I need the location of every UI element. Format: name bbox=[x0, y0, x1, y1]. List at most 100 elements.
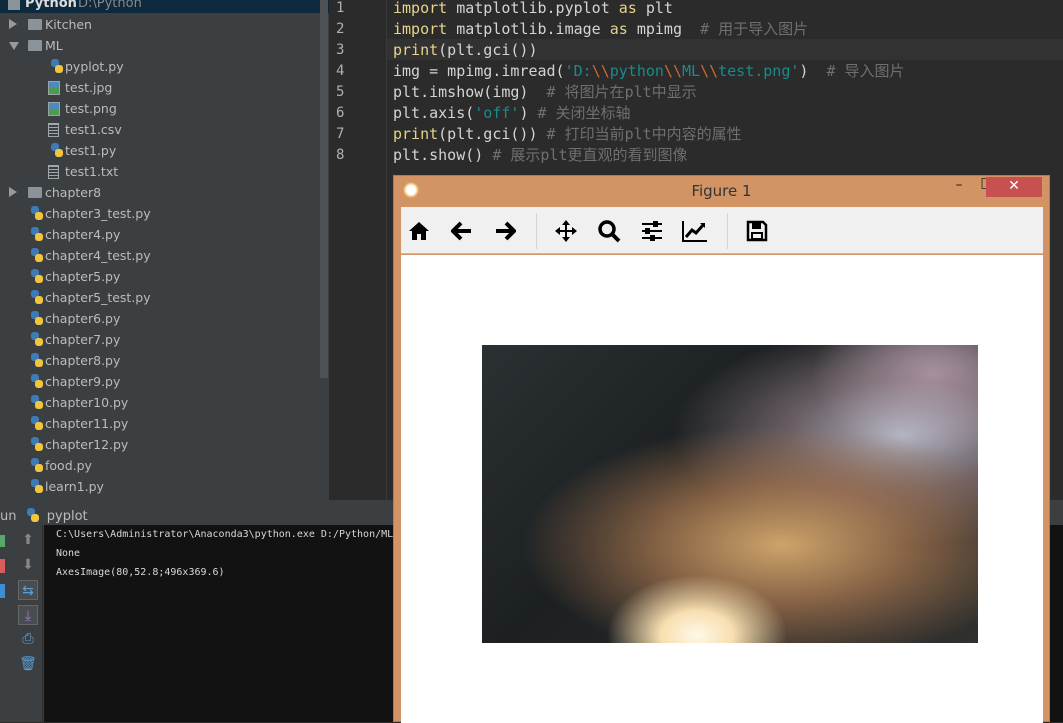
code-line[interactable]: img = mpimg.imread('D:\\python\\ML\\test… bbox=[393, 61, 905, 82]
figure-canvas[interactable] bbox=[401, 255, 1043, 723]
python-file-icon bbox=[28, 353, 44, 368]
code-line[interactable]: import matplotlib.pyplot as plt bbox=[393, 0, 673, 19]
line-number: 3 bbox=[336, 42, 345, 58]
subplots-config-icon[interactable] bbox=[638, 217, 666, 245]
tree-item[interactable]: chapter11.py bbox=[0, 413, 320, 434]
folder-icon bbox=[8, 0, 20, 10]
python-file-icon bbox=[28, 458, 44, 473]
tree-item[interactable]: chapter4_test.py bbox=[0, 245, 320, 266]
minimize-button[interactable]: – bbox=[949, 176, 969, 196]
tree-item-label: chapter6.py bbox=[45, 311, 121, 326]
code-token: print bbox=[393, 41, 439, 59]
run-toolbar: ⬆ ⬇ ⇆ ⤓ ⎙ 🗑 bbox=[0, 525, 43, 722]
toolbar-separator bbox=[536, 213, 537, 249]
soft-wrap-icon[interactable]: ⇆ bbox=[18, 580, 38, 600]
tree-item[interactable]: chapter5_test.py bbox=[0, 287, 320, 308]
back-arrow-icon[interactable] bbox=[448, 217, 476, 245]
tree-item-label: chapter8 bbox=[45, 185, 102, 200]
run-tab[interactable]: un pyplot bbox=[0, 505, 88, 525]
code-line[interactable]: import matplotlib.image as mpimg # 用于导入图… bbox=[393, 19, 808, 40]
tree-item[interactable]: test1.py bbox=[0, 140, 320, 161]
tree-item-label: chapter8.py bbox=[45, 353, 121, 368]
code-token: plt bbox=[636, 0, 673, 17]
tree-item[interactable]: Kitchen bbox=[0, 14, 320, 35]
line-number: 1 bbox=[336, 0, 345, 16]
stop-icon[interactable] bbox=[0, 559, 5, 573]
code-line[interactable]: print(plt.gci()) # 打印当前plt中内容的属性 bbox=[393, 124, 742, 145]
tree-item[interactable]: test.png bbox=[0, 98, 320, 119]
pan-icon[interactable] bbox=[552, 217, 580, 245]
project-tree: Python D:\Python Kitchen ML pyplot.py test.… bbox=[0, 0, 329, 500]
trash-icon[interactable]: 🗑 bbox=[18, 654, 38, 674]
code-token: ML bbox=[682, 62, 701, 80]
code-line[interactable]: print(plt.gci()) bbox=[393, 40, 538, 61]
code-token: # 打印当前plt中内容的属性 bbox=[546, 125, 742, 143]
tree-item-label: test.jpg bbox=[65, 80, 113, 95]
tree-item[interactable]: chapter5.py bbox=[0, 266, 320, 287]
tree-item[interactable]: pyplot.py bbox=[0, 56, 320, 77]
chevron-down-icon[interactable] bbox=[9, 42, 19, 50]
tree-item[interactable]: chapter9.py bbox=[0, 371, 320, 392]
scroll-to-end-icon[interactable]: ⤓ bbox=[18, 605, 38, 625]
tree-item[interactable]: learn1.py bbox=[0, 476, 320, 497]
console-line: C:\Users\Administrator\Anaconda3\python.… bbox=[56, 529, 400, 540]
tree-item[interactable]: food.py bbox=[0, 455, 320, 476]
code-token: plt.axis( bbox=[393, 104, 475, 122]
code-token: # 用于导入图片 bbox=[700, 20, 809, 38]
tree-item-label: Kitchen bbox=[45, 17, 92, 32]
line-number: 2 bbox=[336, 21, 345, 37]
rerun-icon[interactable] bbox=[0, 535, 5, 547]
tree-item-label: test1.csv bbox=[65, 122, 122, 137]
print-icon[interactable]: ⎙ bbox=[18, 629, 38, 649]
edit-axis-icon[interactable] bbox=[681, 217, 709, 245]
tree-item-label: chapter5.py bbox=[45, 269, 121, 284]
python-icon bbox=[24, 508, 40, 523]
python-file-icon bbox=[28, 311, 44, 326]
tree-item-label: chapter4.py bbox=[45, 227, 121, 242]
chevron-right-icon[interactable] bbox=[9, 19, 17, 29]
code-token: print bbox=[393, 125, 439, 143]
tree-item[interactable]: chapter10.py bbox=[0, 392, 320, 413]
code-line[interactable]: plt.axis('off') # 关闭坐标轴 bbox=[393, 103, 631, 124]
tree-item-label: chapter4_test.py bbox=[45, 248, 151, 263]
tree-scrollbar[interactable] bbox=[320, 0, 328, 378]
python-file-icon bbox=[28, 479, 44, 494]
code-token: mpimg bbox=[627, 20, 701, 38]
tree-item[interactable]: chapter4.py bbox=[0, 224, 320, 245]
tree-item[interactable]: test1.csv bbox=[0, 119, 320, 140]
displayed-image bbox=[482, 345, 978, 643]
tree-item[interactable]: chapter3_test.py bbox=[0, 203, 320, 224]
folder-icon bbox=[28, 19, 42, 30]
tree-item[interactable]: test.jpg bbox=[0, 77, 320, 98]
zoom-icon[interactable] bbox=[595, 217, 623, 245]
code-token: (plt.gci()) bbox=[438, 125, 547, 143]
chevron-right-icon[interactable] bbox=[9, 187, 17, 197]
line-number: 8 bbox=[336, 147, 345, 163]
code-token: import bbox=[393, 20, 448, 38]
tree-item-label: pyplot.py bbox=[65, 59, 124, 74]
code-token: matplotlib.image bbox=[447, 20, 610, 38]
tree-item[interactable]: chapter12.py bbox=[0, 434, 320, 455]
code-line[interactable]: plt.imshow(img) # 将图片在plt中显示 bbox=[393, 82, 697, 103]
line-number: 6 bbox=[336, 105, 345, 121]
run-tab-label: pyplot bbox=[46, 509, 88, 524]
tree-item[interactable]: chapter8 bbox=[0, 182, 320, 203]
tree-item[interactable]: chapter6.py bbox=[0, 308, 320, 329]
code-token: import bbox=[393, 0, 448, 17]
forward-arrow-icon[interactable] bbox=[491, 217, 519, 245]
tree-item[interactable]: chapter8.py bbox=[0, 350, 320, 371]
tree-item-label: chapter9.py bbox=[45, 374, 121, 389]
close-button[interactable]: ✕ bbox=[986, 177, 1042, 197]
home-icon[interactable] bbox=[405, 217, 433, 245]
down-arrow-icon[interactable]: ⬇ bbox=[18, 555, 38, 575]
line-number: 5 bbox=[336, 84, 345, 100]
up-arrow-icon[interactable]: ⬆ bbox=[18, 530, 38, 550]
tree-item[interactable]: test1.txt bbox=[0, 161, 320, 182]
tree-item[interactable]: chapter7.py bbox=[0, 329, 320, 350]
tree-item[interactable]: ML bbox=[0, 35, 320, 56]
save-icon[interactable] bbox=[743, 217, 771, 245]
project-root[interactable]: Python D:\Python bbox=[0, 0, 329, 13]
restore-layout-icon[interactable] bbox=[0, 584, 5, 598]
code-line[interactable]: plt.show() # 展示plt更直观的看到图像 bbox=[393, 145, 688, 166]
toolbar-separator bbox=[727, 213, 728, 249]
